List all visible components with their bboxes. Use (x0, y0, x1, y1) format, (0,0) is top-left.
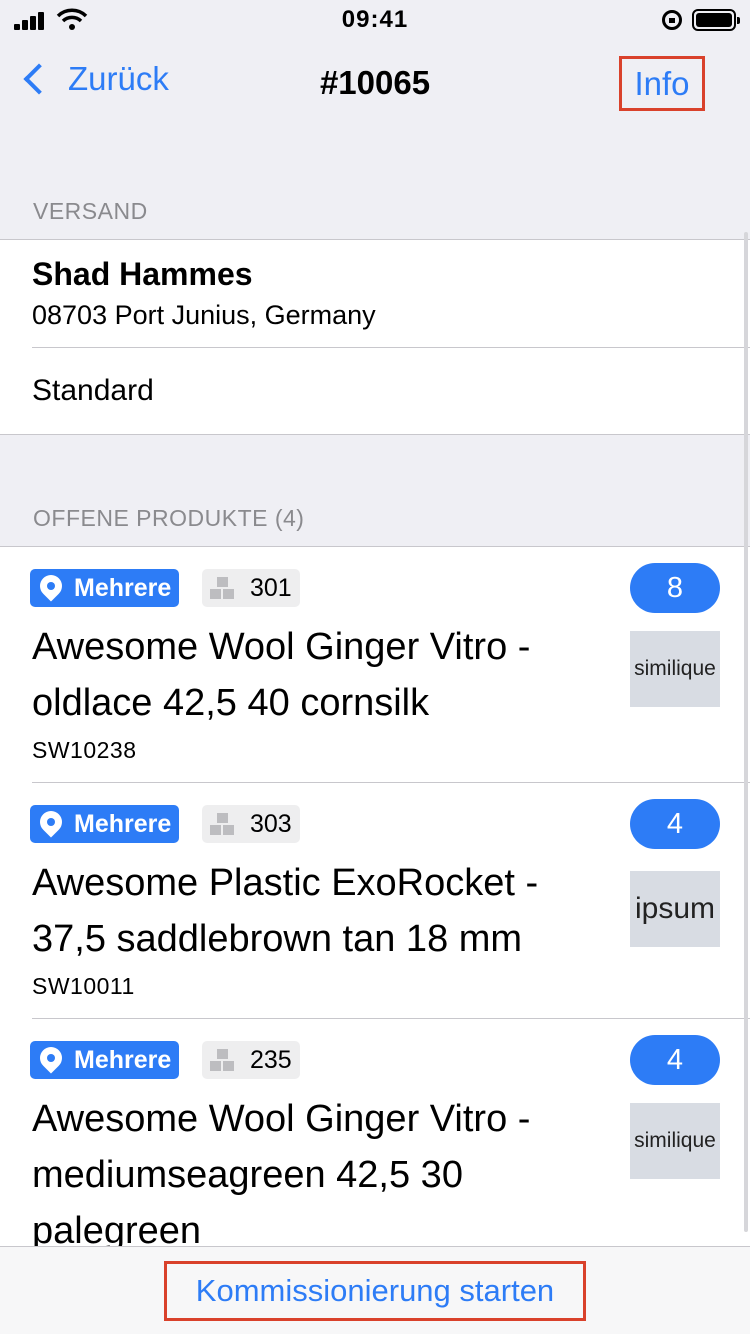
stock-count: 301 (250, 573, 292, 602)
location-pin-icon (35, 1042, 67, 1074)
product-title: Awesome Plastic ExoRocket - 37,5 saddleb… (32, 862, 539, 960)
section-header-shipping: VERSAND (33, 198, 148, 224)
divider (32, 347, 750, 348)
scrollbar[interactable] (744, 232, 748, 1232)
status-bar: 09:41 (0, 0, 750, 40)
products-group: Mehrere 301 8 similique Awesome Wool Gin… (0, 546, 750, 1334)
navigation-bar: Zurück #10065 Info (0, 40, 750, 128)
product-sku: SW10238 (32, 737, 137, 763)
location-badge: Mehrere (30, 1041, 180, 1079)
location-pin-icon (35, 570, 67, 602)
customer-address: 08703 Port Junius, Germany (32, 300, 376, 330)
shipping-group: Shad Hammes 08703 Port Junius, Germany S… (0, 239, 750, 435)
product-title: Awesome Wool Ginger Vitro - oldlace 42,5… (32, 626, 531, 724)
location-pin-icon (35, 806, 67, 838)
location-badge: Mehrere (30, 805, 180, 843)
product-image: ipsum (630, 871, 720, 947)
boxes-icon (210, 577, 236, 599)
product-image: similique (630, 631, 720, 707)
battery-icon (692, 9, 740, 31)
shipping-method[interactable]: Standard (32, 374, 154, 408)
product-row[interactable]: Mehrere 301 8 similique Awesome Wool Gin… (0, 547, 750, 782)
product-sku: SW10011 (32, 973, 135, 999)
bottom-toolbar: Kommissionierung starten (0, 1246, 750, 1334)
rotation-lock-icon (662, 10, 682, 30)
status-time: 09:41 (341, 6, 409, 33)
stock-badge: 303 (202, 805, 300, 843)
boxes-icon (210, 1049, 236, 1071)
info-button[interactable]: Info (619, 56, 705, 111)
customer-name: Shad Hammes (32, 256, 253, 292)
stock-badge: 301 (202, 569, 300, 607)
location-label: Mehrere (74, 1045, 172, 1074)
section-header-products: OFFENE PRODUKTE (4) (33, 505, 305, 531)
boxes-icon (210, 813, 236, 835)
stock-count: 303 (250, 809, 292, 838)
start-picking-button[interactable]: Kommissionierung starten (164, 1261, 586, 1321)
location-label: Mehrere (74, 573, 172, 602)
stock-badge: 235 (202, 1041, 300, 1079)
product-image: similique (630, 1103, 720, 1179)
product-row[interactable]: Mehrere 303 4 ipsum Awesome Plastic ExoR… (0, 783, 750, 1018)
quantity-badge: 4 (630, 799, 720, 849)
product-title: Awesome Wool Ginger Vitro - mediumseagre… (32, 1098, 531, 1252)
location-badge: Mehrere (30, 569, 180, 607)
stock-count: 235 (250, 1045, 292, 1074)
location-label: Mehrere (74, 809, 172, 838)
quantity-badge: 4 (630, 1035, 720, 1085)
quantity-badge: 8 (630, 563, 720, 613)
